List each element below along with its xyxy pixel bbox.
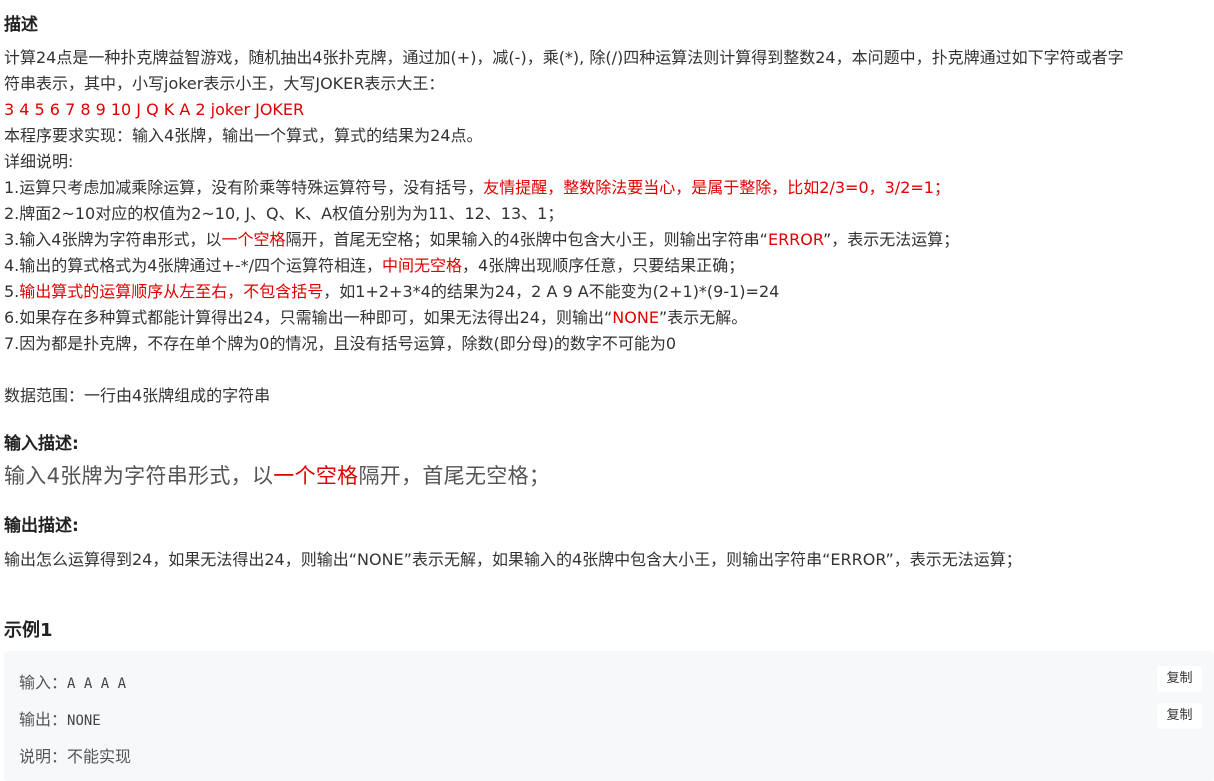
example-input-label: 输入： xyxy=(19,673,68,692)
example-note-row: 说明：不能实现 xyxy=(19,743,131,767)
description-heading: 描述 xyxy=(4,15,38,35)
detail-label: 详细说明: xyxy=(4,152,74,171)
rule-3-highlight-error: ERROR xyxy=(767,230,823,249)
output-description: 输出怎么运算得到24，如果无法得出24，则输出“NONE”表示无解，如果输入的4… xyxy=(4,550,1022,569)
rule-3: 3.输入4张牌为字符串形式，以一个空格隔开，首尾无空格；如果输入的4张牌中包含大… xyxy=(4,227,1210,253)
input-highlight: 一个空格 xyxy=(273,464,359,488)
example-note-value: 不能实现 xyxy=(67,747,132,766)
output-heading: 输出描述: xyxy=(4,516,79,536)
rule-1: 1.运算只考虑加减乘除运算，没有阶乘等特殊运算符号，没有括号，友情提醒，整数除法… xyxy=(4,175,1210,201)
input-heading: 输入描述: xyxy=(4,434,79,454)
rule-2: 2.牌面2~10对应的权值为2~10, J、Q、K、A权值分别为为11、12、1… xyxy=(4,204,564,223)
rule-3-text-c: 隔开，首尾无空格；如果输入的4张牌中包含大小王，则输出字符串“ xyxy=(285,230,768,249)
requirement-line: 本程序要求实现：输入4张牌，输出一个算式，算式的结果为24点。 xyxy=(4,126,483,145)
rule-4: 4.输出的算式格式为4张牌通过+-*/四个运算符相连，中间无空格，4张牌出现顺序… xyxy=(4,253,1210,279)
rule-6: 6.如果存在多种算式都能计算得出24，只需输出一种即可，如果无法得出24，则输出… xyxy=(4,305,1210,331)
data-range: 数据范围：一行由4张牌组成的字符串 xyxy=(4,386,271,405)
rule-4-highlight: 中间无空格 xyxy=(382,256,463,275)
intro-line-2: 符串表示，其中，小写joker表示小王，大写JOKER表示大王： xyxy=(4,74,445,93)
example-output-label: 输出： xyxy=(19,710,68,729)
rule-6-text-a: 6.如果存在多种算式都能计算得出24，只需输出一种即可，如果无法得出24，则输出… xyxy=(4,308,613,327)
rule-5-text-a: 5. xyxy=(4,282,20,301)
rule-6-highlight: NONE xyxy=(612,308,659,327)
input-description: 输入4张牌为字符串形式，以一个空格隔开，首尾无空格； xyxy=(4,460,550,490)
card-list: 3 4 5 6 7 8 9 10 J Q K A 2 joker JOKER xyxy=(4,100,305,119)
example-note-label: 说明： xyxy=(19,747,68,766)
rule-5-highlight: 输出算式的运算顺序从左至右，不包含括号 xyxy=(19,282,324,301)
example-heading: 示例1 xyxy=(4,620,53,641)
example-output-row: 输出：NONE xyxy=(19,706,101,730)
rule-4-text-c: ，4张牌出现顺序任意，只要结果正确； xyxy=(462,256,745,275)
rule-1-highlight: 友情提醒，整数除法要当心，是属于整除，比如2/3=0，3/2=1； xyxy=(483,178,950,197)
copy-output-button[interactable]: 复制 xyxy=(1157,703,1202,729)
example-input-row: 输入：A A A A xyxy=(19,669,126,693)
example-output-value: NONE xyxy=(67,713,101,729)
example-box: 输入：A A A A 复制 输出：NONE 复制 说明：不能实现 xyxy=(4,651,1214,781)
rule-3-highlight-space: 一个空格 xyxy=(221,230,286,249)
rule-5: 5.输出算式的运算顺序从左至右，不包含括号，如1+2+3*4的结果为24，2 A… xyxy=(4,279,1210,305)
rule-3-text-e: ”，表示无法运算； xyxy=(822,230,960,249)
input-text-c: 隔开，首尾无空格； xyxy=(358,464,551,488)
example-input-value: A A A A xyxy=(67,676,127,692)
rule-3-text-a: 3.输入4张牌为字符串形式，以 xyxy=(4,230,222,249)
intro-line-1: 计算24点是一种扑克牌益智游戏，随机抽出4张扑克牌，通过加(+)，减(-)，乘(… xyxy=(4,48,1124,67)
description-body: 计算24点是一种扑克牌益智游戏，随机抽出4张扑克牌，通过加(+)，减(-)，乘(… xyxy=(4,45,1210,409)
rule-4-text-a: 4.输出的算式格式为4张牌通过+-*/四个运算符相连， xyxy=(4,256,383,275)
rule-6-text-c: ”表示无解。 xyxy=(658,308,748,327)
rule-1-text: 1.运算只考虑加减乘除运算，没有阶乘等特殊运算符号，没有括号， xyxy=(4,178,484,197)
rule-5-text-c: ，如1+2+3*4的结果为24，2 A 9 A不能变为(2+1)*(9-1)=2… xyxy=(323,282,780,301)
rule-7: 7.因为都是扑克牌，不存在单个牌为0的情况，且没有括号运算，除数(即分母)的数字… xyxy=(4,334,677,353)
input-text-a: 输入4张牌为字符串形式，以 xyxy=(4,464,274,488)
copy-input-button[interactable]: 复制 xyxy=(1157,666,1202,692)
